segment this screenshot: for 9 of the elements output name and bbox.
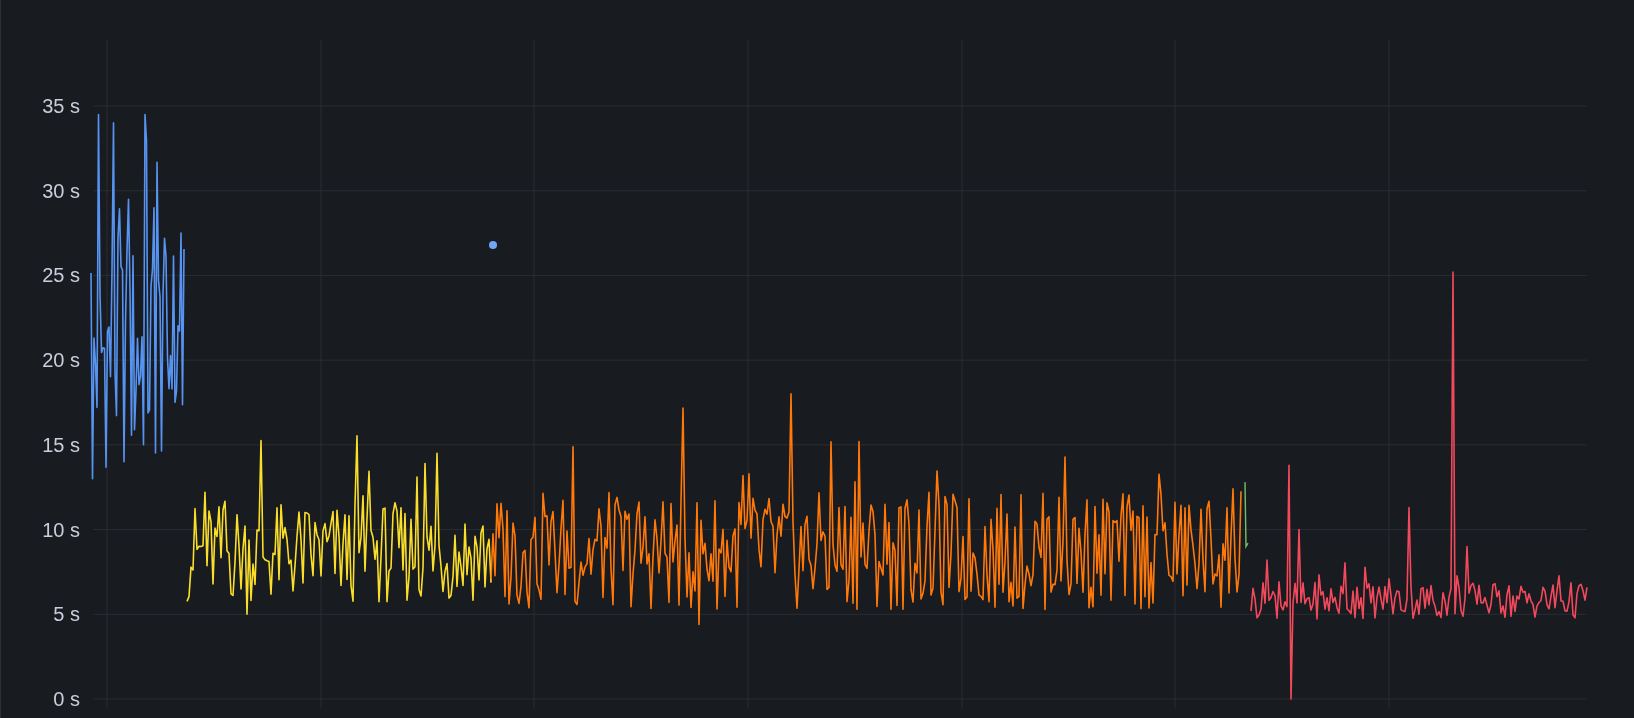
y-axis-label: 15 s [42,433,80,456]
y-axis-label: 0 s [53,688,80,710]
y-axis-label: 25 s [42,264,80,287]
y-axis-label: 5 s [53,603,80,626]
data-point [489,240,497,249]
y-axis-label: 30 s [42,179,80,202]
y-axis-label: 35 s [42,95,80,117]
y-axis-label: 20 s [42,349,80,372]
y-axis-label: 10 s [42,518,80,541]
